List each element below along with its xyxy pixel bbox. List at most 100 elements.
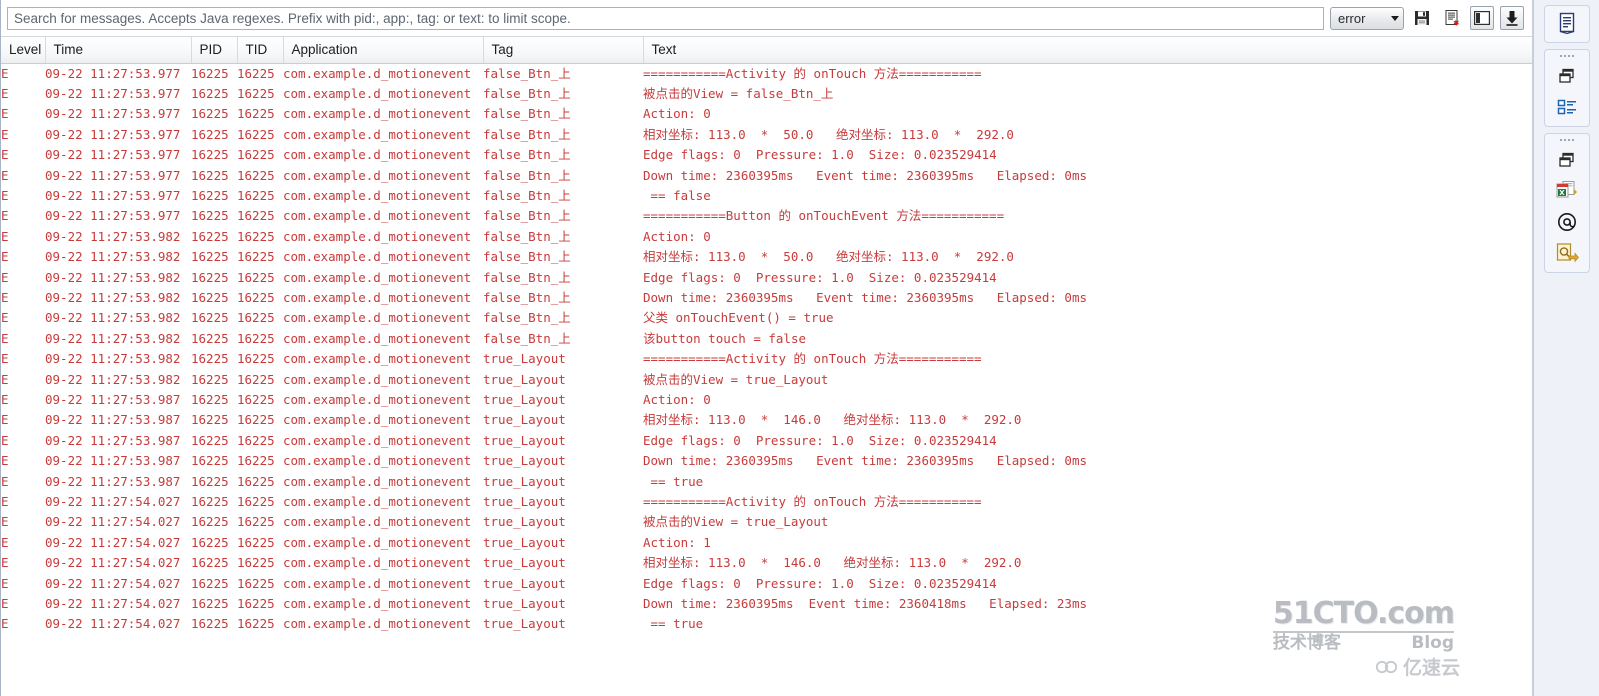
table-row[interactable]: E 09-22 11:27:53.977 16225 16225 com.example… (1, 145, 1532, 165)
column-header-application[interactable]: Application (283, 37, 484, 64)
table-row[interactable]: E 09-22 11:27:53.982 16225 16225 com.example… (1, 349, 1532, 369)
cell-application: com.example.d_motionevent (283, 371, 472, 387)
cell-pid: 16225 (191, 310, 229, 326)
cell-pid: 16225 (191, 432, 229, 448)
cell-tid: 16225 (237, 371, 275, 387)
cell-tid: 16225 (237, 473, 275, 489)
cell-tid: 16225 (237, 289, 275, 305)
table-row[interactable]: E 09-22 11:27:53.987 16225 16225 com.example… (1, 390, 1532, 410)
cell-time: 09-22 11:27:53.982 (45, 330, 181, 346)
table-row[interactable]: E 09-22 11:27:53.982 16225 16225 com.example… (1, 308, 1532, 328)
table-row[interactable]: E 09-22 11:27:53.987 16225 16225 com.example… (1, 431, 1532, 451)
cell-text: ===========Button 的 onTouchEvent 方法=====… (643, 208, 1005, 224)
column-header-level[interactable]: Level (1, 37, 46, 64)
table-row[interactable]: E 09-22 11:27:53.977 16225 16225 com.example… (1, 84, 1532, 104)
table-row[interactable]: E 09-22 11:27:53.977 16225 16225 com.example… (1, 206, 1532, 226)
cell-pid: 16225 (191, 473, 229, 489)
cell-tid: 16225 (237, 65, 275, 81)
cell-level: E (1, 432, 9, 448)
column-header-tid[interactable]: TID (237, 37, 284, 64)
right-perspective-bar: X (1533, 0, 1599, 696)
table-row[interactable]: E 09-22 11:27:53.982 16225 16225 com.example… (1, 329, 1532, 349)
column-header-tag[interactable]: Tag (483, 37, 644, 64)
cell-pid: 16225 (191, 208, 229, 224)
log-table-container[interactable]: Level Time PID TID Application Tag Text … (1, 36, 1532, 696)
restore-view-icon[interactable] (1550, 146, 1584, 174)
cell-tid: 16225 (237, 187, 275, 203)
table-row[interactable]: E 09-22 11:27:53.977 16225 16225 com.example… (1, 63, 1532, 84)
cell-tag: true_Layout (483, 351, 566, 367)
column-header-time[interactable]: Time (45, 37, 192, 64)
cell-tag: true_Layout (483, 514, 566, 530)
table-row[interactable]: E 09-22 11:27:54.027 16225 16225 com.example… (1, 492, 1532, 512)
cell-text: 该button touch = false (643, 330, 807, 346)
cell-text: 相对坐标: 113.0 * 146.0 绝对坐标: 113.0 * 292.0 (643, 412, 1022, 428)
log-table-body: E 09-22 11:27:53.977 16225 16225 com.example… (1, 63, 1532, 635)
cell-tid: 16225 (237, 330, 275, 346)
log-level-value: error (1338, 10, 1366, 26)
table-row[interactable]: E 09-22 11:27:53.987 16225 16225 com.example… (1, 472, 1532, 492)
cell-time: 09-22 11:27:53.977 (45, 147, 181, 163)
outline-view-icon[interactable] (1550, 93, 1584, 121)
log-level-select[interactable]: error (1330, 6, 1404, 30)
table-row[interactable]: E 09-22 11:27:53.982 16225 16225 com.example… (1, 227, 1532, 247)
column-header-text[interactable]: Text (643, 37, 1532, 64)
table-row[interactable]: E 09-22 11:27:54.027 16225 16225 com.example… (1, 512, 1532, 532)
cell-tag: true_Layout (483, 596, 566, 612)
cell-text: == true (643, 616, 704, 632)
drag-grip[interactable] (1558, 137, 1576, 142)
cell-application: com.example.d_motionevent (283, 167, 472, 183)
table-row[interactable]: E 09-22 11:27:54.027 16225 16225 com.example… (1, 574, 1532, 594)
cell-level: E (1, 596, 9, 612)
restore-view-icon[interactable] (1550, 62, 1584, 90)
table-row[interactable]: E 09-22 11:27:54.027 16225 16225 com.example… (1, 533, 1532, 553)
clear-log-icon (1445, 9, 1460, 26)
drag-grip[interactable] (1558, 53, 1576, 58)
log-table: Level Time PID TID Application Tag Text … (1, 37, 1532, 635)
excel-export-icon[interactable]: X (1550, 177, 1584, 205)
cell-time: 09-22 11:27:53.982 (45, 351, 181, 367)
table-row[interactable]: E 09-22 11:27:54.027 16225 16225 com.example… (1, 614, 1532, 634)
cell-text: ===========Activity 的 onTouch 方法========… (643, 351, 982, 367)
cell-application: com.example.d_motionevent (283, 534, 472, 550)
toggle-view-button[interactable] (1470, 6, 1494, 30)
cell-text: Edge flags: 0 Pressure: 1.0 Size: 0.0235… (643, 147, 997, 163)
cell-application: com.example.d_motionevent (283, 412, 472, 428)
save-log-button[interactable] (1410, 6, 1434, 30)
cell-pid: 16225 (191, 616, 229, 632)
table-row[interactable]: E 09-22 11:27:53.977 16225 16225 com.example… (1, 186, 1532, 206)
cell-tag: false_Btn_上 (483, 228, 571, 244)
table-row[interactable]: E 09-22 11:27:53.977 16225 16225 com.example… (1, 125, 1532, 145)
cell-tid: 16225 (237, 249, 275, 265)
table-row[interactable]: E 09-22 11:27:53.977 16225 16225 com.example… (1, 166, 1532, 186)
search-input[interactable] (7, 6, 1324, 30)
table-row[interactable]: E 09-22 11:27:53.977 16225 16225 com.example… (1, 104, 1532, 124)
cell-text: Action: 0 (643, 228, 711, 244)
cell-text: Action: 1 (643, 534, 711, 550)
table-row[interactable]: E 09-22 11:27:53.987 16225 16225 com.example… (1, 451, 1532, 471)
column-header-pid[interactable]: PID (191, 37, 238, 64)
at-sign-icon[interactable] (1550, 208, 1584, 236)
view-group-2: X (1543, 133, 1590, 273)
svg-text:X: X (1559, 189, 1565, 197)
table-row[interactable]: E 09-22 11:27:54.027 16225 16225 com.example… (1, 594, 1532, 614)
cell-level: E (1, 208, 9, 224)
table-row[interactable]: E 09-22 11:27:53.982 16225 16225 com.example… (1, 247, 1532, 267)
cell-text: Edge flags: 0 Pressure: 1.0 Size: 0.0235… (643, 269, 997, 285)
scroll-lock-button[interactable] (1500, 6, 1524, 30)
cell-pid: 16225 (191, 453, 229, 469)
open-perspective-icon[interactable] (1550, 9, 1584, 37)
table-row[interactable]: E 09-22 11:27:53.982 16225 16225 com.example… (1, 268, 1532, 288)
clear-log-button[interactable] (1440, 6, 1464, 30)
cell-text: 相对坐标: 113.0 * 50.0 绝对坐标: 113.0 * 292.0 (643, 126, 1014, 142)
table-row[interactable]: E 09-22 11:27:53.982 16225 16225 com.example… (1, 288, 1532, 308)
cell-level: E (1, 187, 9, 203)
table-row[interactable]: E 09-22 11:27:53.987 16225 16225 com.example… (1, 410, 1532, 430)
cell-time: 09-22 11:27:53.987 (45, 432, 181, 448)
table-row[interactable]: E 09-22 11:27:53.982 16225 16225 com.example… (1, 370, 1532, 390)
cell-application: com.example.d_motionevent (283, 310, 472, 326)
cell-time: 09-22 11:27:53.982 (45, 249, 181, 265)
table-row[interactable]: E 09-22 11:27:54.027 16225 16225 com.example… (1, 553, 1532, 573)
page-forward-icon[interactable] (1550, 239, 1584, 267)
cell-pid: 16225 (191, 228, 229, 244)
